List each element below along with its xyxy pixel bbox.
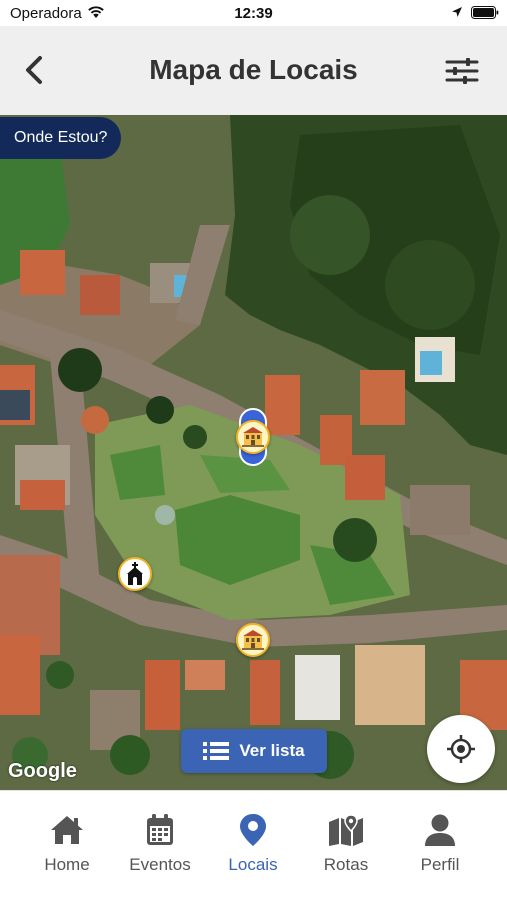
sliders-icon <box>445 58 479 84</box>
tab-label: Locais <box>228 855 278 874</box>
my-location-button[interactable] <box>427 715 495 783</box>
poi-marker-church[interactable] <box>118 557 152 591</box>
tab-label: Home <box>44 855 90 874</box>
map-view[interactable]: Onde Estou? Ver lista Google <box>0 115 507 790</box>
user-icon <box>425 814 455 846</box>
page-title: Mapa de Locais <box>149 54 358 85</box>
calendar-icon <box>147 814 173 845</box>
tab-label: Perfil <box>420 855 460 874</box>
where-am-i-button[interactable]: Onde Estou? <box>0 117 122 159</box>
tab-home[interactable]: Home <box>22 813 112 875</box>
map-icon <box>329 814 363 846</box>
view-list-label: Ver lista <box>239 741 305 760</box>
app-header: Mapa de Locais <box>0 26 507 115</box>
tab-eventos[interactable]: Eventos <box>115 813 205 875</box>
tab-label: Eventos <box>129 855 191 874</box>
filter-button[interactable] <box>440 52 484 90</box>
town-hall-icon <box>242 427 264 447</box>
tab-perfil[interactable]: Perfil <box>395 813 485 875</box>
tab-label: Rotas <box>323 855 369 874</box>
town-hall-icon <box>242 630 264 650</box>
church-icon <box>127 562 143 585</box>
crosshair-icon <box>447 735 475 763</box>
poi-marker-town-hall[interactable] <box>236 420 270 454</box>
location-arrow-icon <box>452 7 462 17</box>
view-list-button[interactable]: Ver lista <box>181 729 327 773</box>
google-attribution: Google <box>8 760 77 782</box>
map-pin-icon <box>240 814 266 846</box>
status-clock: 12:39 <box>234 5 273 22</box>
home-icon <box>51 816 83 844</box>
status-bar: Operadora 12:39 <box>0 0 507 26</box>
tab-locais[interactable]: Locais <box>208 813 298 875</box>
tab-rotas[interactable]: Rotas <box>301 813 391 875</box>
poi-marker-town-hall[interactable] <box>236 623 270 657</box>
battery-icon <box>471 6 499 19</box>
list-icon <box>203 742 230 760</box>
bottom-tab-bar: Home Eventos Locais Rotas Perfil <box>0 790 507 900</box>
